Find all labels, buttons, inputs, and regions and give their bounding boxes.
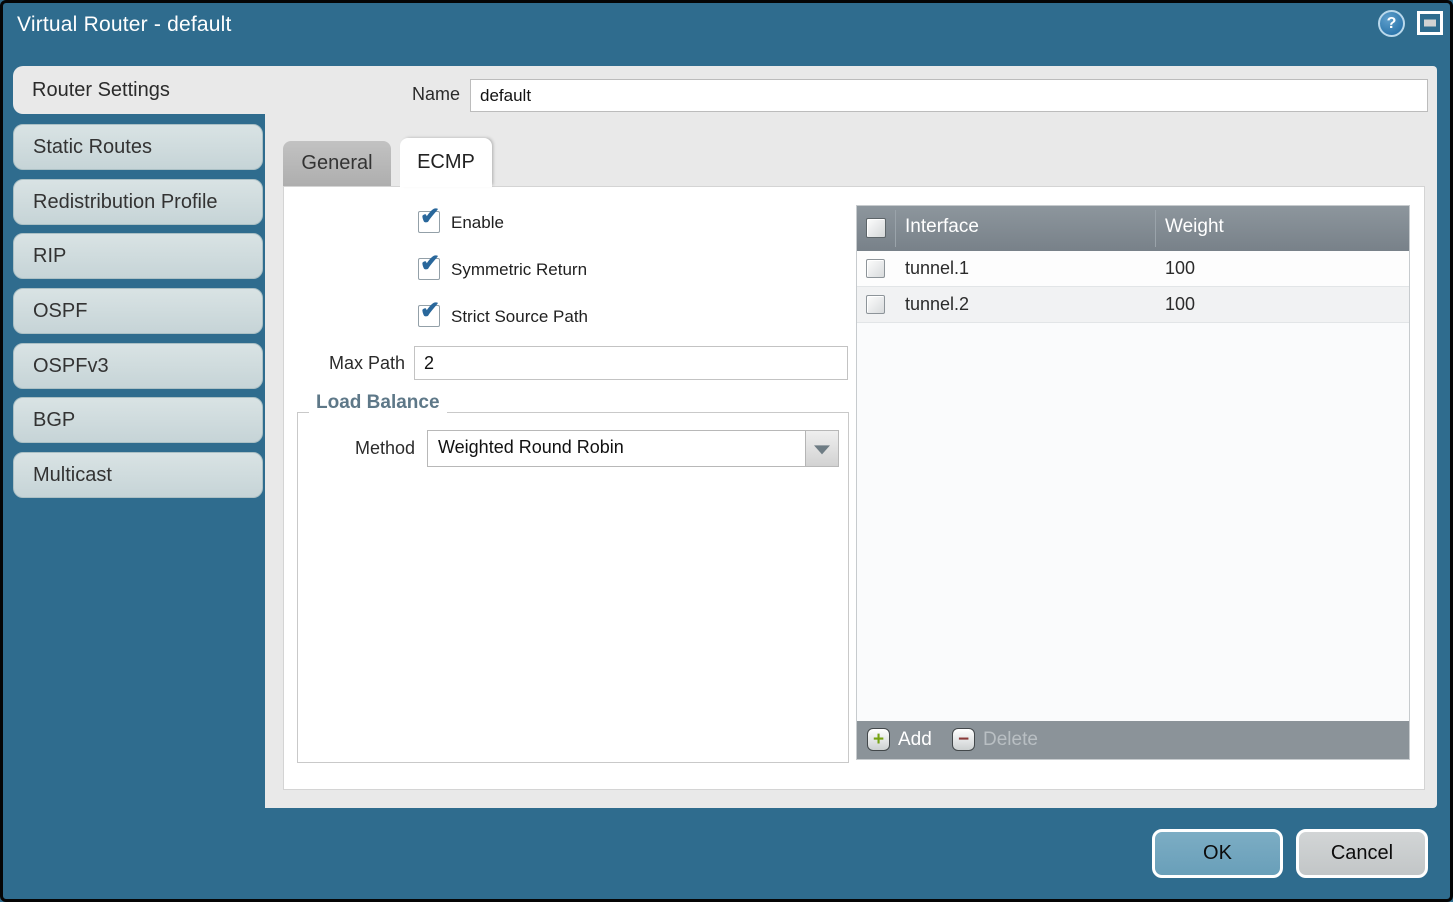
delete-button-label: Delete xyxy=(983,728,1038,751)
tab-general[interactable]: General xyxy=(283,141,391,186)
method-selected-value: Weighted Round Robin xyxy=(438,437,624,458)
row-checkbox[interactable] xyxy=(866,259,885,278)
sidebar-item-bgp[interactable]: BGP xyxy=(13,397,263,443)
row-checkbox[interactable] xyxy=(866,295,885,314)
sidebar-item-rip[interactable]: RIP xyxy=(13,233,263,279)
strict-source-path-label: Strict Source Path xyxy=(451,307,588,327)
tab-ecmp[interactable]: ECMP xyxy=(400,138,492,187)
cell-interface: tunnel.1 xyxy=(905,258,969,279)
window-restore-icon[interactable] xyxy=(1417,11,1443,35)
cancel-button[interactable]: Cancel xyxy=(1296,829,1428,878)
name-label: Name xyxy=(330,84,460,105)
dialog-title: Virtual Router - default xyxy=(17,13,232,37)
checkmark-icon: ✔ xyxy=(420,299,440,323)
enable-label: Enable xyxy=(451,213,504,233)
cell-interface: tunnel.2 xyxy=(905,294,969,315)
table-footer: + Add − Delete xyxy=(857,721,1409,759)
name-input[interactable] xyxy=(470,79,1428,112)
cell-weight: 100 xyxy=(1165,294,1195,315)
symmetric-return-checkbox[interactable]: ✔ xyxy=(418,258,440,280)
minus-glyph: − xyxy=(958,729,969,750)
virtual-router-dialog: Virtual Router - default ? Router Settin… xyxy=(0,0,1453,902)
table-row-tunnel2[interactable]: tunnel.2 100 xyxy=(857,287,1409,323)
max-path-input[interactable] xyxy=(414,346,848,380)
sidebar-item-static-routes[interactable]: Static Routes xyxy=(13,124,263,170)
add-button-label: Add xyxy=(898,728,932,751)
load-balance-legend: Load Balance xyxy=(309,392,447,414)
cell-weight: 100 xyxy=(1165,258,1195,279)
select-all-checkbox[interactable] xyxy=(866,218,886,238)
plus-glyph: + xyxy=(873,729,884,750)
chevron-down-icon xyxy=(814,445,830,454)
sidebar-item-multicast[interactable]: Multicast xyxy=(13,452,263,498)
checkmark-icon: ✔ xyxy=(420,252,440,276)
method-select[interactable]: Weighted Round Robin xyxy=(427,430,839,467)
table-header: Interface Weight xyxy=(857,206,1409,251)
plus-icon: + xyxy=(867,728,890,751)
interface-weight-table: Interface Weight tunnel.1 100 tunnel.2 1… xyxy=(856,205,1410,760)
sidebar-item-router-settings[interactable]: Router Settings xyxy=(13,66,271,114)
window-restore-glyph xyxy=(1424,20,1436,27)
column-header-interface: Interface xyxy=(905,216,979,238)
enable-checkbox[interactable]: ✔ xyxy=(418,211,440,233)
table-row-tunnel1[interactable]: tunnel.1 100 xyxy=(857,251,1409,287)
sidebar-item-ospf[interactable]: OSPF xyxy=(13,288,263,334)
ok-button[interactable]: OK xyxy=(1152,829,1283,878)
minus-icon: − xyxy=(952,728,975,751)
sidebar-item-redistribution-profile[interactable]: Redistribution Profile xyxy=(13,179,263,225)
column-header-weight: Weight xyxy=(1165,216,1224,238)
help-icon[interactable]: ? xyxy=(1378,10,1405,37)
column-divider xyxy=(895,210,896,247)
checkmark-icon: ✔ xyxy=(420,205,440,229)
strict-source-path-checkbox[interactable]: ✔ xyxy=(418,305,440,327)
max-path-label: Max Path xyxy=(285,353,405,374)
method-dropdown-button[interactable] xyxy=(805,431,838,466)
method-label: Method xyxy=(330,438,415,459)
sidebar-item-ospfv3[interactable]: OSPFv3 xyxy=(13,343,263,389)
symmetric-return-label: Symmetric Return xyxy=(451,260,587,280)
column-divider xyxy=(1155,210,1156,247)
